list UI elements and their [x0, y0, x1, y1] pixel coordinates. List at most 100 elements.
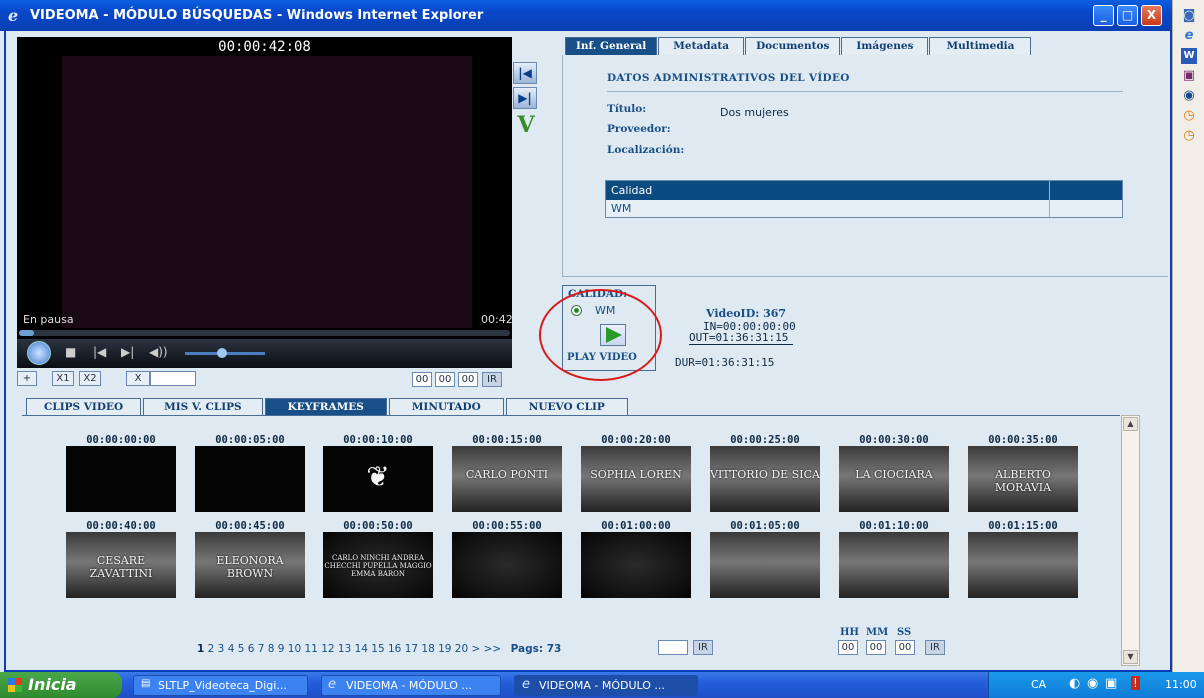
keyframe-thumbnail[interactable]: SOPHIA LOREN [581, 446, 691, 512]
page-input[interactable] [658, 640, 688, 655]
keyframe-thumbnail[interactable]: CARLO NINCHI ANDREA CHECCHI PUPELLA MAGG… [323, 532, 433, 598]
tab-nuevo-clip[interactable]: NUEVO CLIP [505, 398, 628, 416]
keyframe-thumbnail[interactable]: CESARE ZAVATTINI [66, 532, 176, 598]
page-next[interactable]: > >> [472, 643, 502, 655]
page-links[interactable]: 2 3 4 5 6 7 8 9 10 11 12 13 14 15 16 17 … [208, 643, 469, 655]
alert-icon[interactable]: ! [1131, 676, 1140, 690]
sound-icon[interactable]: ◉ [1087, 676, 1098, 691]
keyframe-item[interactable]: 00:00:20:00 SOPHIA LOREN [581, 435, 691, 512]
task-ie-1[interactable]: VIDEOMA - MÓDULO ... [321, 675, 501, 696]
keyframe-item[interactable]: 00:00:40:00 CESARE ZAVATTINI [66, 521, 176, 598]
keyframe-thumbnail[interactable]: VITTORIO DE SICA [710, 446, 820, 512]
task-ie-2[interactable]: VIDEOMA - MÓDULO ... [514, 675, 698, 696]
maximize-button[interactable]: □ [1117, 5, 1138, 26]
seek-progress [19, 330, 34, 336]
keyframe-time: 00:01:05:00 [730, 520, 800, 532]
play-icon[interactable] [27, 341, 51, 365]
keyframe-thumbnail[interactable] [66, 446, 176, 512]
word-icon[interactable]: W [1181, 48, 1197, 64]
keyframe-item[interactable]: 00:00:35:00 ALBERTO MORAVIA [968, 435, 1078, 512]
reader-icon[interactable]: ▣ [1181, 68, 1197, 84]
next-frame-button[interactable]: ▶| [513, 87, 537, 109]
go-button[interactable]: IR [482, 372, 502, 387]
language-indicator[interactable]: CA [1031, 678, 1046, 691]
jump-hh-input[interactable]: 00 [838, 640, 858, 655]
tab-inf-general[interactable]: Inf. General [565, 37, 658, 55]
jump-ss-input[interactable]: 00 [895, 640, 915, 655]
tab-minutado[interactable]: MINUTADO [388, 398, 504, 416]
ie-icon[interactable]: e [1181, 28, 1197, 44]
speed-x2-button[interactable]: X2 [79, 371, 101, 386]
keyframe-time: 00:00:00:00 [86, 434, 156, 446]
close-button[interactable]: X [1141, 5, 1162, 26]
video-player[interactable]: 00:00:42:08 En pausa 00:42 ■ |◀ ▶| ◀)) [17, 37, 513, 368]
keyframe-item[interactable]: 00:00:25:00 VITTORIO DE SICA [710, 435, 820, 512]
page-go-button[interactable]: IR [693, 640, 713, 655]
keyframe-item[interactable]: 00:01:05:00 [710, 521, 820, 598]
keyframe-time: 00:01:10:00 [859, 520, 929, 532]
keyframe-thumbnail[interactable]: LA CIOCIARA [839, 446, 949, 512]
keyframe-item[interactable]: 00:00:50:00 CARLO NINCHI ANDREA CHECCHI P… [323, 521, 433, 598]
tab-imagenes[interactable]: Imágenes [841, 37, 929, 55]
keyframe-time: 00:00:55:00 [472, 520, 542, 532]
media-icon[interactable]: ◉ [1181, 88, 1197, 104]
next-icon[interactable]: ▶| [121, 345, 134, 359]
app-icon[interactable]: ◙ [1181, 8, 1197, 24]
scroll-up-icon[interactable]: ▲ [1123, 417, 1138, 431]
clear-button[interactable]: X [126, 371, 150, 386]
tab-keyframes[interactable]: KEYFRAMES [264, 398, 387, 416]
tab-clips-video[interactable]: CLIPS VIDEO [26, 398, 142, 416]
keyframe-item[interactable]: 00:01:15:00 [968, 521, 1078, 598]
keyframe-thumbnail[interactable] [839, 532, 949, 598]
word-doc-icon: ▤ [141, 678, 151, 689]
tab-documentos[interactable]: Documentos [745, 37, 841, 55]
keyframe-item[interactable]: 00:00:30:00 LA CIOCIARA [839, 435, 949, 512]
clear-input[interactable] [150, 371, 196, 386]
page-current[interactable]: 1 [197, 643, 204, 655]
mm-input[interactable]: 00 [435, 372, 455, 387]
previous-icon[interactable]: |◀ [93, 345, 106, 359]
keyframe-item[interactable]: 00:00:55:00 [452, 521, 562, 598]
keyframe-thumbnail[interactable] [710, 532, 820, 598]
keyframe-thumbnail[interactable] [452, 532, 562, 598]
task-word[interactable]: SLTLP_Videoteca_Digi... [133, 675, 308, 696]
add-button[interactable]: + [17, 371, 37, 386]
stop-icon[interactable]: ■ [65, 345, 76, 359]
keyframe-thumbnail[interactable] [195, 446, 305, 512]
keyframe-thumbnail[interactable] [581, 532, 691, 598]
tab-multimedia[interactable]: Multimedia [929, 37, 1032, 55]
window-titlebar[interactable]: e VIDEOMA - MÓDULO BÚSQUEDAS - Windows I… [0, 0, 1172, 31]
clock-icon[interactable]: ◷ [1181, 108, 1197, 124]
keyframe-item[interactable]: 00:00:00:00 [66, 435, 176, 512]
keyframe-thumbnail[interactable]: ❦ [323, 446, 433, 512]
seek-bar[interactable] [19, 330, 510, 336]
keyframe-item[interactable]: 00:01:00:00 [581, 521, 691, 598]
scrollbar[interactable]: ▲ ▼ [1121, 415, 1140, 666]
previous-frame-button[interactable]: |◀ [513, 62, 537, 84]
ss-input[interactable]: 00 [458, 372, 478, 387]
jump-go-button[interactable]: IR [925, 640, 945, 655]
tab-metadata[interactable]: Metadata [658, 37, 745, 55]
volume-icon[interactable]: ◀)) [149, 345, 168, 359]
keyframe-item[interactable]: 00:01:10:00 [839, 521, 949, 598]
video-screen[interactable] [62, 56, 472, 328]
keyframe-item[interactable]: 00:00:10:00 ❦ [323, 435, 433, 512]
keyframe-item[interactable]: 00:00:45:00 ELEONORA BROWN [195, 521, 305, 598]
speed-x1-button[interactable]: X1 [52, 371, 74, 386]
tab-mis-v-clips[interactable]: MIS V. CLIPS [143, 398, 263, 416]
keyframe-thumbnail[interactable]: CARLO PONTI [452, 446, 562, 512]
keyframe-thumbnail[interactable]: ELEONORA BROWN [195, 532, 305, 598]
hh-input[interactable]: 00 [412, 372, 432, 387]
v-logo-icon[interactable]: V [513, 112, 539, 138]
keyframe-item[interactable]: 00:00:05:00 [195, 435, 305, 512]
clock-alt-icon[interactable]: ◷ [1181, 128, 1197, 144]
jump-mm-input[interactable]: 00 [866, 640, 886, 655]
volume-knob[interactable] [217, 348, 227, 358]
keyframe-item[interactable]: 00:00:15:00 CARLO PONTI [452, 435, 562, 512]
keyframe-thumbnail[interactable] [968, 532, 1078, 598]
keyframe-thumbnail[interactable]: ALBERTO MORAVIA [968, 446, 1078, 512]
minimize-button[interactable]: _ [1093, 5, 1114, 26]
scroll-down-icon[interactable]: ▼ [1123, 650, 1138, 664]
network-icon[interactable]: ◐ [1069, 676, 1080, 691]
tray-app-icon[interactable]: ▣ [1105, 676, 1117, 691]
